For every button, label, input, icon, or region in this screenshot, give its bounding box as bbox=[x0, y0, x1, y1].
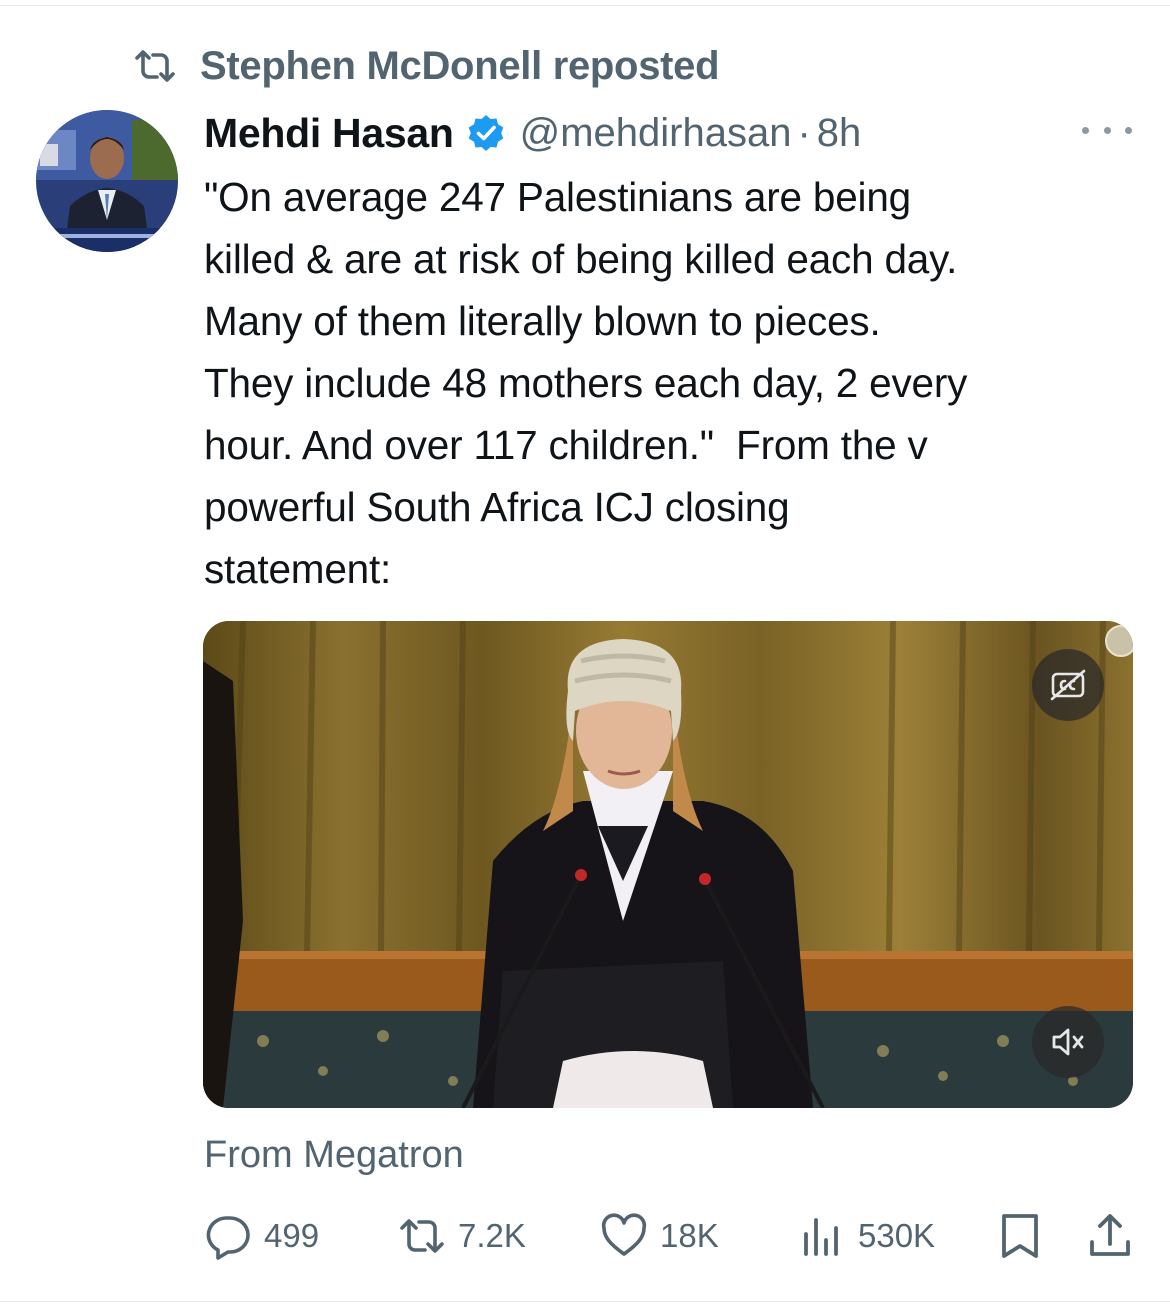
reply-count: 499 bbox=[264, 1217, 320, 1254]
more-dot bbox=[1103, 126, 1111, 134]
views-count: 530K bbox=[858, 1217, 936, 1254]
bookmark-icon bbox=[1002, 1214, 1038, 1258]
bookmark-button[interactable] bbox=[998, 1206, 1042, 1266]
repost-icon bbox=[135, 50, 175, 82]
reply-button[interactable]: 499 bbox=[204, 1206, 319, 1266]
more-dot bbox=[1125, 126, 1132, 134]
repost-button[interactable]: 7.2K bbox=[398, 1206, 526, 1266]
avatar[interactable] bbox=[36, 110, 178, 252]
muted-speaker-icon[interactable] bbox=[1032, 1006, 1104, 1078]
author-name[interactable]: Mehdi Hasan bbox=[204, 110, 454, 157]
verified-badge-icon[interactable] bbox=[466, 113, 506, 153]
separator-dot: · bbox=[797, 110, 811, 155]
repost-icon bbox=[400, 1219, 444, 1253]
tweet-text: "On average 247 Palestinians are being k… bbox=[204, 174, 968, 592]
reply-icon bbox=[206, 1216, 250, 1260]
author-handle[interactable]: @mehdirhasan bbox=[520, 111, 792, 156]
heart-icon bbox=[601, 1213, 647, 1256]
share-icon bbox=[1090, 1214, 1130, 1256]
repost-label: Stephen McDonell reposted bbox=[200, 43, 720, 88]
share-button[interactable] bbox=[1088, 1206, 1132, 1266]
captions-off-icon[interactable] bbox=[1032, 649, 1104, 721]
more-icon[interactable] bbox=[1082, 118, 1132, 142]
action-bar: 499 7.2K 18K 530K bbox=[0, 1206, 1170, 1266]
video-player[interactable] bbox=[203, 621, 1133, 1108]
views-button[interactable]: 530K bbox=[798, 1206, 935, 1266]
repost-context[interactable]: Stephen McDonell reposted bbox=[134, 43, 720, 88]
video-frame bbox=[203, 621, 1133, 1108]
media-source[interactable]: From Megatron bbox=[204, 1134, 464, 1177]
like-count: 18K bbox=[660, 1217, 719, 1254]
court-seal bbox=[1105, 625, 1133, 657]
timestamp[interactable]: 8h bbox=[817, 111, 862, 156]
bottom-divider bbox=[0, 1301, 1170, 1302]
views-icon bbox=[804, 1218, 838, 1256]
more-dot bbox=[1082, 126, 1089, 134]
tweet-header: Mehdi Hasan @mehdirhasan · 8h bbox=[204, 106, 861, 160]
top-divider bbox=[0, 5, 1170, 6]
repost-count: 7.2K bbox=[458, 1217, 526, 1254]
like-button[interactable]: 18K bbox=[600, 1206, 719, 1266]
